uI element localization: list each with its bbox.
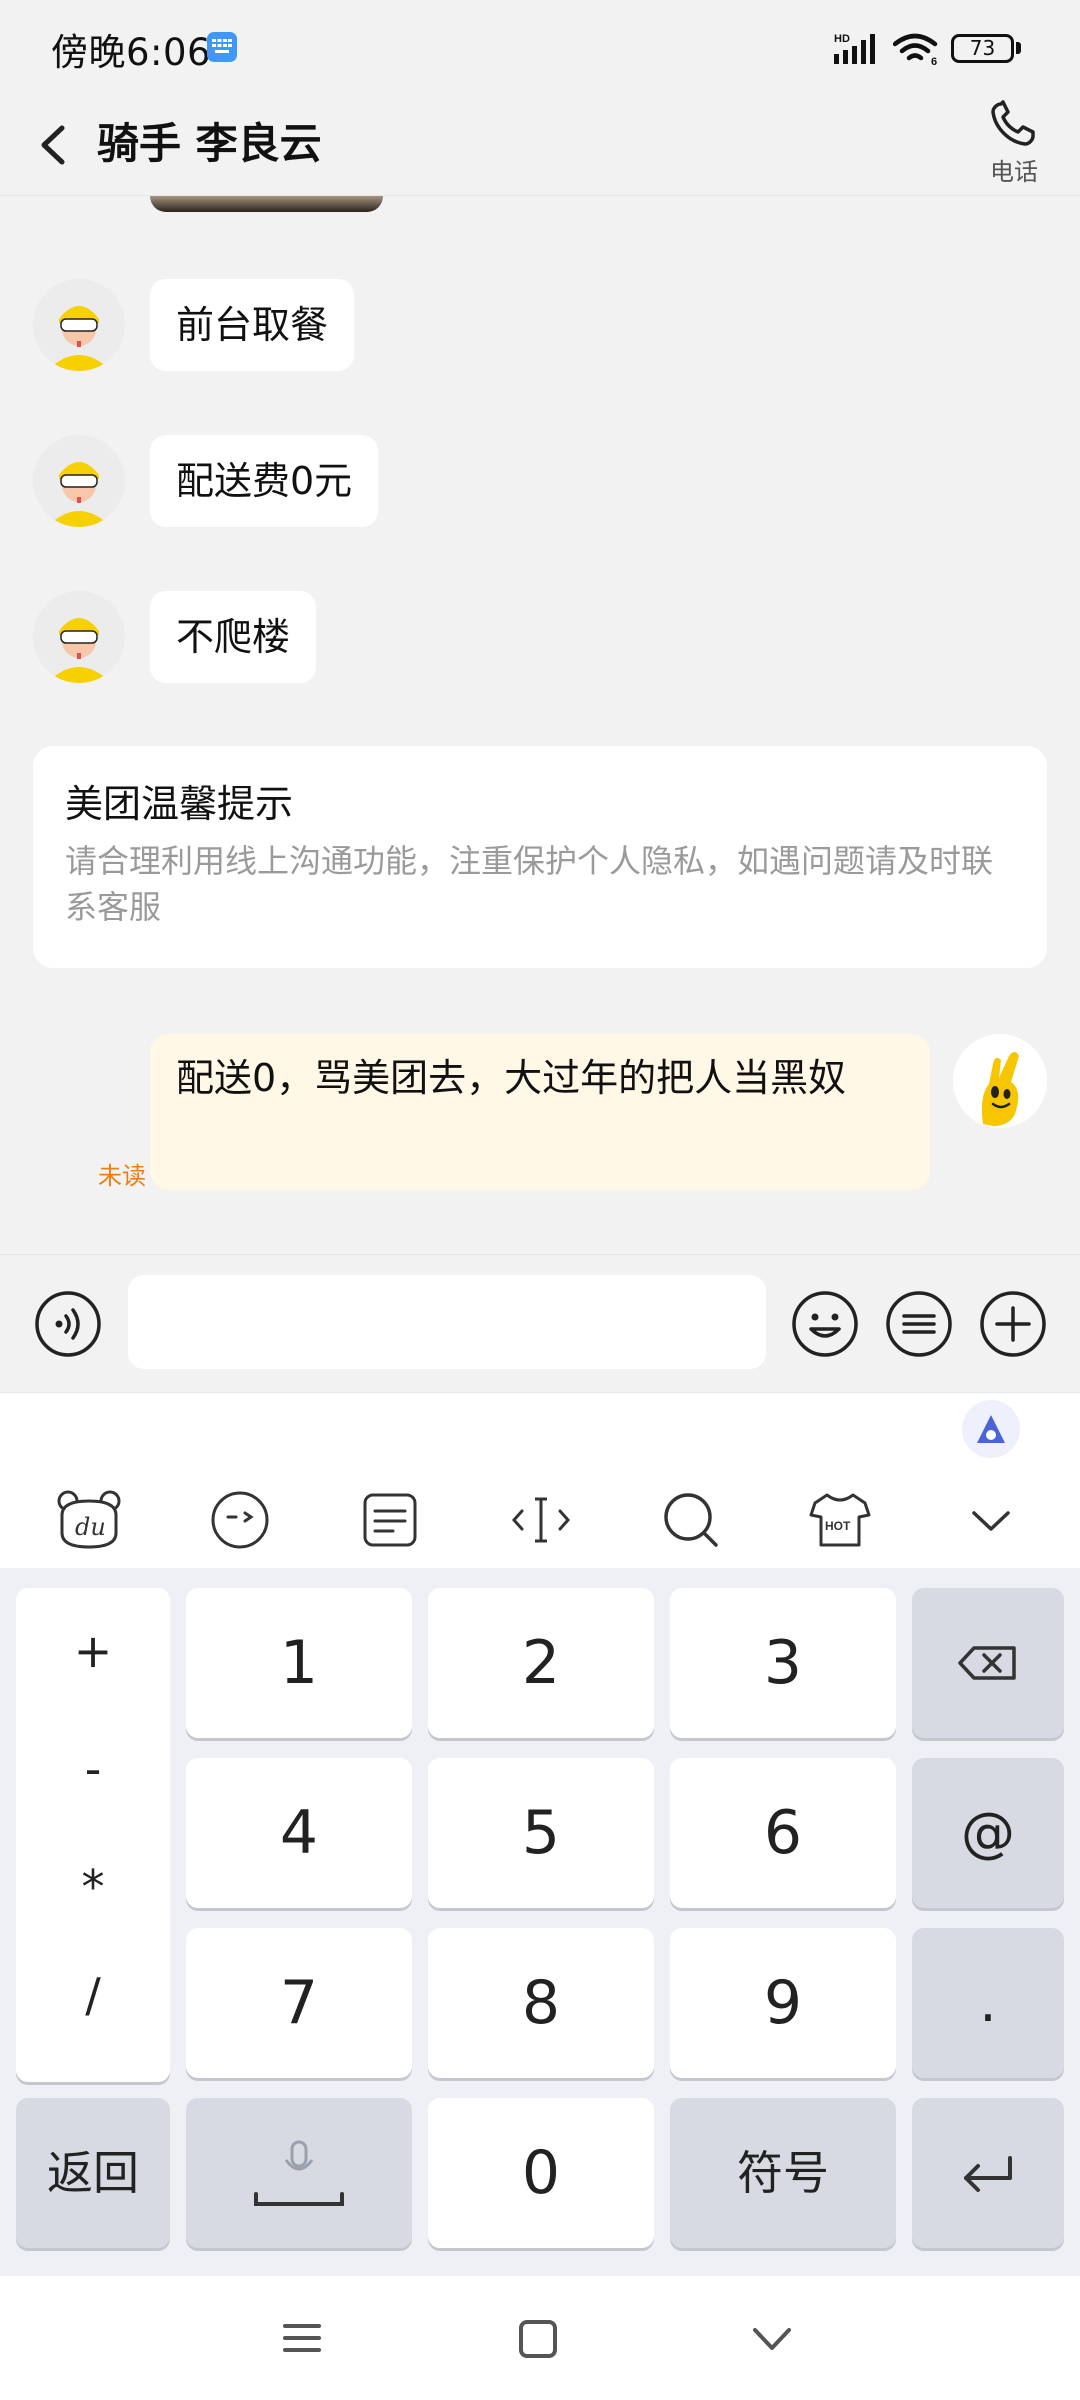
collapse-keyboard-icon[interactable] xyxy=(956,1485,1026,1555)
self-avatar[interactable] xyxy=(953,1034,1047,1128)
symbol-key[interactable]: + xyxy=(16,1624,170,1678)
message-bubble[interactable]: 前台取餐 xyxy=(150,279,355,371)
symbol-switch-key[interactable]: 符号 xyxy=(670,2098,896,2248)
dot-key[interactable]: . xyxy=(912,1928,1064,2078)
menu-icon xyxy=(283,2324,321,2352)
rider-avatar[interactable] xyxy=(33,591,125,683)
backspace-icon xyxy=(958,1646,1016,1680)
symbol-key[interactable]: * xyxy=(16,1860,170,1914)
quick-phrase-button[interactable] xyxy=(884,1289,954,1363)
key-5[interactable]: 5 xyxy=(428,1758,654,1908)
numeric-keyboard: + - * / 1 2 3 4 5 6 @ 7 8 9 . 返回 0 符号 xyxy=(0,1568,1080,2276)
voice-icon xyxy=(35,1291,101,1357)
key-9[interactable]: 9 xyxy=(670,1928,896,2078)
chat-area[interactable]: 前台取餐 配送费0元 不爬楼 美团温馨提示 请合理利用线上沟通功能，注重保护个人… xyxy=(0,196,1080,1254)
page-title: 骑手 李良云 xyxy=(97,119,322,168)
key-4[interactable]: 4 xyxy=(186,1758,412,1908)
space-key[interactable] xyxy=(186,2098,412,2248)
clipboard-icon[interactable] xyxy=(355,1485,425,1555)
home-button[interactable] xyxy=(517,2318,559,2364)
phone-icon xyxy=(991,100,1035,146)
backspace-key[interactable] xyxy=(912,1588,1064,1738)
du-bear-icon[interactable]: du xyxy=(54,1485,124,1555)
symbol-key[interactable]: / xyxy=(16,1968,170,2022)
meituan-tip-card: 美团温馨提示 请合理利用线上沟通功能，注重保护个人隐私，如遇问题请及时联系客服 xyxy=(33,746,1047,968)
key-0[interactable]: 0 xyxy=(428,2098,654,2248)
svg-text:HOT: HOT xyxy=(825,1519,851,1533)
voice-input-button[interactable] xyxy=(33,1289,103,1363)
message-input[interactable] xyxy=(128,1275,766,1369)
svg-text:du: du xyxy=(75,1513,106,1541)
key-3[interactable]: 3 xyxy=(670,1588,896,1738)
list-icon xyxy=(886,1291,952,1357)
enter-icon xyxy=(964,2156,1012,2192)
message-bubble[interactable]: 配送费0元 xyxy=(150,435,379,527)
message-bubble[interactable]: 不爬楼 xyxy=(150,591,317,683)
hot-shirt-icon[interactable]: HOT xyxy=(805,1485,875,1555)
at-key[interactable]: @ xyxy=(912,1758,1064,1908)
ai-assistant-icon xyxy=(977,1415,1005,1443)
svg-text:6: 6 xyxy=(931,56,937,66)
wink-face-icon[interactable] xyxy=(205,1485,275,1555)
svg-text:HD: HD xyxy=(834,33,850,45)
self-message-bubble[interactable]: 配送0，骂美团去，大过年的把人当黑奴 xyxy=(150,1034,930,1190)
back-button[interactable] xyxy=(30,114,80,176)
unread-status: 未读 xyxy=(98,1162,146,1190)
space-mic-icon xyxy=(254,2140,344,2206)
return-key[interactable]: 返回 xyxy=(16,2098,170,2248)
smiley-icon xyxy=(792,1291,858,1357)
tip-title: 美团温馨提示 xyxy=(65,782,294,826)
rider-avatar[interactable] xyxy=(33,279,125,371)
enter-key[interactable] xyxy=(912,2098,1064,2248)
battery-indicator: 73 xyxy=(951,34,1014,63)
cursor-icon[interactable] xyxy=(506,1485,576,1555)
recent-apps-button[interactable] xyxy=(281,2318,323,2362)
system-nav-bar xyxy=(0,2276,1080,2400)
wifi-icon: 6 xyxy=(892,32,941,70)
phone-button[interactable]: 电话 xyxy=(974,96,1054,196)
status-time: 傍晚6:06 xyxy=(51,31,212,74)
cell-signal-icon: HD xyxy=(834,32,884,70)
emoji-button[interactable] xyxy=(790,1289,860,1363)
chat-header: 骑手 李良云 电话 xyxy=(0,96,1080,196)
symbol-key[interactable]: - xyxy=(16,1742,170,1796)
search-icon[interactable] xyxy=(656,1485,726,1555)
key-8[interactable]: 8 xyxy=(428,1928,654,2078)
key-1[interactable]: 1 xyxy=(186,1588,412,1738)
image-message-preview[interactable] xyxy=(150,196,383,212)
plus-icon xyxy=(980,1291,1046,1357)
key-2[interactable]: 2 xyxy=(428,1588,654,1738)
key-6[interactable]: 6 xyxy=(670,1758,896,1908)
keyboard-notification-icon xyxy=(207,32,237,62)
home-square-icon xyxy=(519,2320,557,2358)
phone-label: 电话 xyxy=(990,158,1038,186)
more-button[interactable] xyxy=(978,1289,1048,1363)
status-bar: 傍晚6:06 HD 6 73 xyxy=(0,0,1080,96)
rider-avatar[interactable] xyxy=(33,435,125,527)
input-bar xyxy=(0,1254,1080,1392)
keyboard-toolbar: du HOT xyxy=(0,1392,1080,1568)
key-7[interactable]: 7 xyxy=(186,1928,412,2078)
ai-assistant-button[interactable] xyxy=(962,1400,1020,1458)
symbol-column[interactable]: + - * / xyxy=(16,1588,170,2082)
tip-body: 请合理利用线上沟通功能，注重保护个人隐私，如遇问题请及时联系客服 xyxy=(65,842,994,926)
chevron-down-icon xyxy=(753,2328,791,2350)
battery-tip xyxy=(1016,42,1021,54)
nav-back-button[interactable] xyxy=(749,2322,795,2362)
